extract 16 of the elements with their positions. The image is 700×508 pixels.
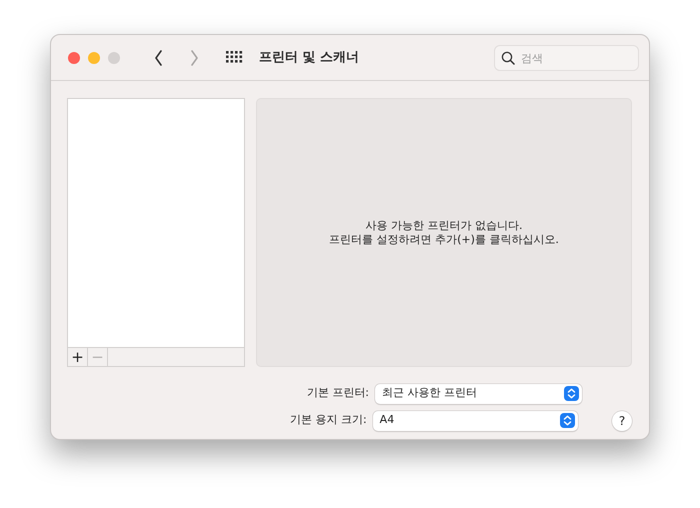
- setting-label: 기본 용지 크기:: [288, 412, 367, 428]
- window-title: 프린터 및 스캐너: [259, 48, 360, 67]
- popup-button[interactable]: A4: [372, 410, 578, 430]
- minimize-button[interactable]: [88, 52, 100, 64]
- search-icon: [501, 50, 515, 64]
- message-text: 사용 가능한 프린터가 없습니다.: [366, 218, 522, 232]
- grid-icon[interactable]: [226, 51, 243, 64]
- setting-label: 기본 프린터:: [306, 385, 369, 402]
- popup-button[interactable]: 최근 사용한 프린터: [375, 384, 582, 404]
- stepper-icon: [564, 386, 579, 401]
- help-button[interactable]: ?: [612, 410, 632, 430]
- back-button[interactable]: [154, 50, 162, 66]
- close-button[interactable]: [68, 52, 80, 64]
- stepper-icon: [560, 413, 576, 428]
- message-text: 프린터를 설정하려면 추가(+)를 클릭하십시오.: [329, 232, 559, 246]
- search-field[interactable]: 검색: [494, 45, 639, 71]
